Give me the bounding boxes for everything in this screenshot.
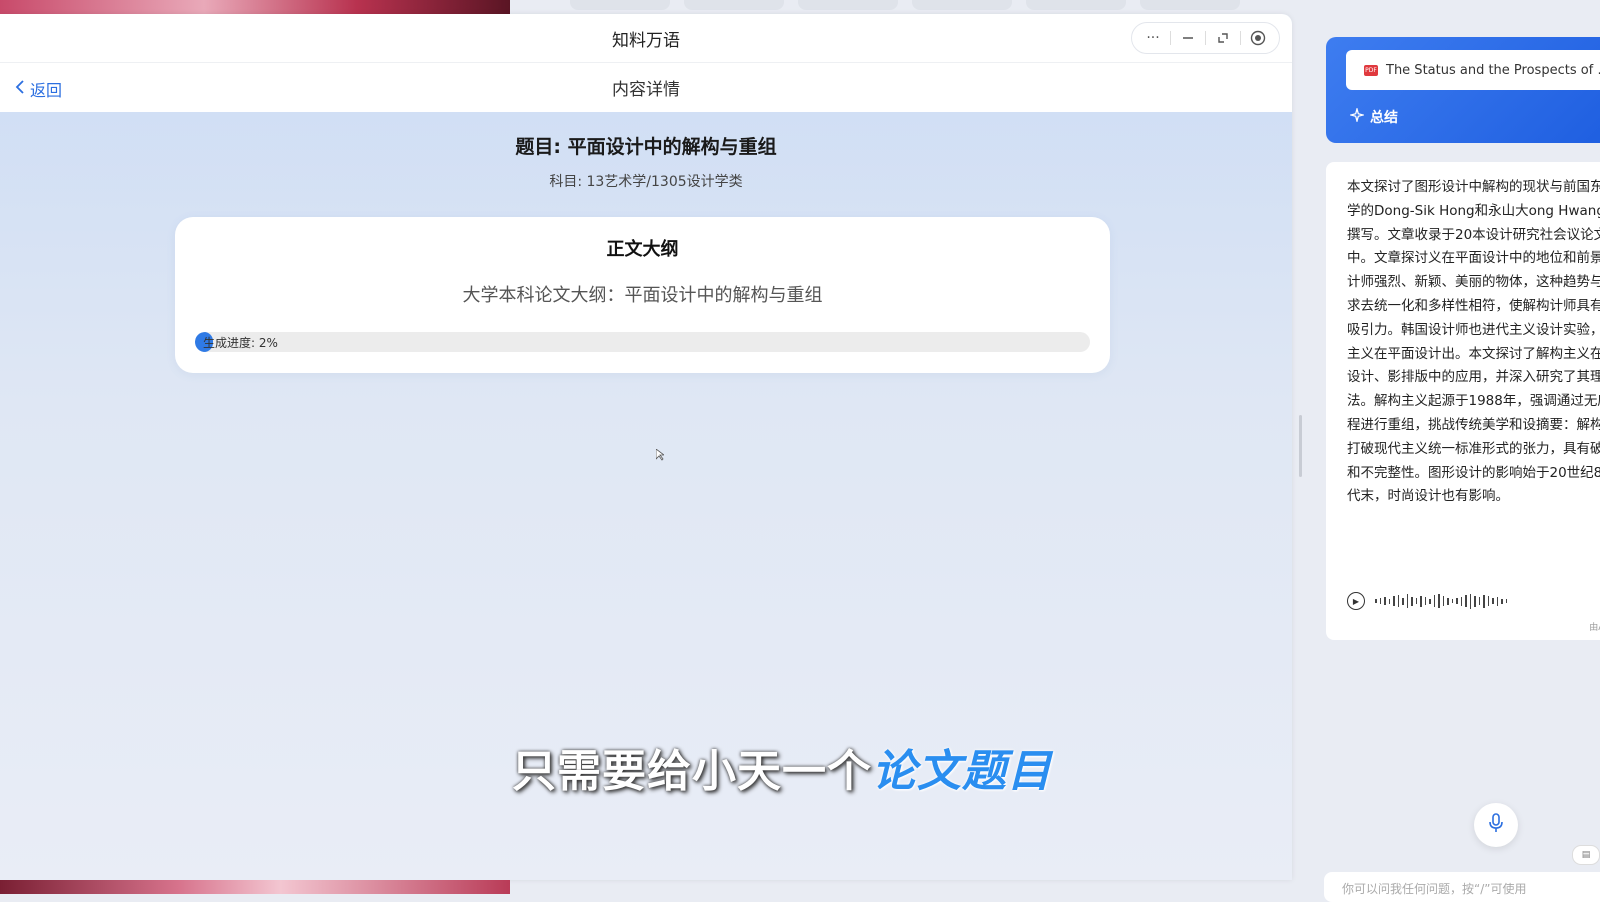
maximize-icon[interactable] xyxy=(1210,25,1236,51)
background-tab xyxy=(1026,0,1126,10)
caption-text: 只需要给小天一个 xyxy=(512,746,872,797)
outline-heading: 正文大纲 xyxy=(606,239,679,260)
background-tabs xyxy=(570,0,1240,10)
background-tab xyxy=(684,0,784,10)
waveform-bar xyxy=(1384,597,1386,605)
ai-generated-note: 由AI生 xyxy=(1589,623,1600,633)
nav-bar: 返回 内容详情 xyxy=(0,62,1292,112)
waveform-bar xyxy=(1388,598,1390,604)
summary-card: 本文探讨了图形设计中解构的现状与前国东义大学的Dong-Sik Hong和永山大… xyxy=(1326,162,1600,640)
waveform-bar xyxy=(1393,596,1395,606)
background-tab xyxy=(798,0,898,10)
pdf-icon: PDF xyxy=(1364,64,1378,76)
outline-card: 正文大纲 大学本科论文大纲：平面设计中的解构与重组 生成进度: 2% xyxy=(175,217,1110,373)
title-bar: 知料万语 ··· xyxy=(0,14,1292,62)
waveform-bar xyxy=(1496,596,1498,606)
paper-subject: 科目: 13艺术学/1305设计学类 xyxy=(549,174,743,190)
window-controls: ··· xyxy=(1131,22,1280,54)
chat-input[interactable]: 你可以问我任何问题，按“/”可使用 xyxy=(1324,872,1600,902)
microphone-button[interactable] xyxy=(1474,803,1518,847)
summary-text: 本文探讨了图形设计中解构的现状与前国东义大学的Dong-Sik Hong和永山大… xyxy=(1347,179,1600,505)
caption-highlight: 论文题目 xyxy=(872,746,1052,797)
waveform-bar xyxy=(1402,597,1404,605)
waveform-bar xyxy=(1406,594,1408,608)
waveform-bar xyxy=(1460,596,1462,606)
waveform-bar xyxy=(1411,596,1413,606)
waveform-bar xyxy=(1465,595,1467,607)
waveform-bar xyxy=(1442,596,1444,606)
progress-label: 生成进度: 2% xyxy=(203,336,278,350)
divider xyxy=(1240,31,1241,45)
waveform-bar xyxy=(1505,599,1507,603)
waveform-bar xyxy=(1492,598,1494,604)
waveform-bar xyxy=(1375,599,1377,603)
back-button[interactable]: 返回 xyxy=(14,77,62,101)
video-caption: 只需要给小天一个论文题目 xyxy=(512,735,1052,799)
background-tab xyxy=(1140,0,1240,10)
desktop-wallpaper-bottom xyxy=(0,880,510,894)
waveform-bar xyxy=(1451,599,1453,603)
summary-label: 总结 xyxy=(1370,110,1398,126)
divider xyxy=(1170,31,1171,45)
background-tab xyxy=(912,0,1012,10)
document-name: The Status and the Prospects of … xyxy=(1386,62,1600,78)
audio-player: ▶ xyxy=(1347,592,1507,610)
waveform-bar xyxy=(1469,593,1471,609)
play-icon[interactable]: ▶ xyxy=(1347,592,1365,610)
waveform-bar xyxy=(1433,595,1435,607)
waveform-bar xyxy=(1474,595,1476,607)
divider xyxy=(1205,31,1206,45)
waveform-bar xyxy=(1429,598,1431,604)
waveform-bar xyxy=(1501,598,1503,604)
paper-topic: 题目: 平面设计中的解构与重组 xyxy=(515,136,777,158)
waveform-bar xyxy=(1424,597,1426,605)
waveform-bar xyxy=(1397,595,1399,607)
sparkle-icon xyxy=(1348,106,1366,126)
generation-progress-bar: 生成进度: 2% xyxy=(195,332,1090,352)
waveform-bar xyxy=(1456,598,1458,604)
waveform-bar xyxy=(1478,597,1480,605)
more-icon[interactable]: ··· xyxy=(1140,25,1166,51)
waveform-bar xyxy=(1438,594,1440,608)
waveform-bar xyxy=(1487,596,1489,606)
minimize-icon[interactable] xyxy=(1175,25,1201,51)
document-card: PDF The Status and the Prospects of … 总结 xyxy=(1326,37,1600,143)
panel-resize-handle[interactable] xyxy=(1299,415,1302,477)
record-icon[interactable] xyxy=(1245,25,1271,51)
back-label: 返回 xyxy=(30,81,63,100)
background-tab xyxy=(570,0,670,10)
audio-waveform xyxy=(1375,593,1507,609)
mouse-cursor-icon xyxy=(655,448,666,461)
chevron-left-icon xyxy=(14,79,26,99)
page-title: 内容详情 xyxy=(612,80,680,100)
desktop-wallpaper-top xyxy=(0,0,510,14)
summary-tab[interactable]: 总结 xyxy=(1348,106,1398,127)
waveform-bar xyxy=(1379,598,1381,604)
waveform-bar xyxy=(1415,598,1417,604)
app-title: 知料万语 xyxy=(612,30,680,51)
waveform-bar xyxy=(1420,595,1422,607)
document-chip[interactable]: PDF The Status and the Prospects of … xyxy=(1346,50,1600,90)
microphone-icon xyxy=(1487,812,1505,838)
keyboard-icon[interactable]: ▤ xyxy=(1572,845,1600,865)
waveform-bar xyxy=(1447,597,1449,605)
outline-text: 大学本科论文大纲：平面设计中的解构与重组 xyxy=(462,285,823,306)
assistant-panel: PDF The Status and the Prospects of … 总结… xyxy=(1314,0,1600,902)
waveform-bar xyxy=(1483,594,1485,608)
